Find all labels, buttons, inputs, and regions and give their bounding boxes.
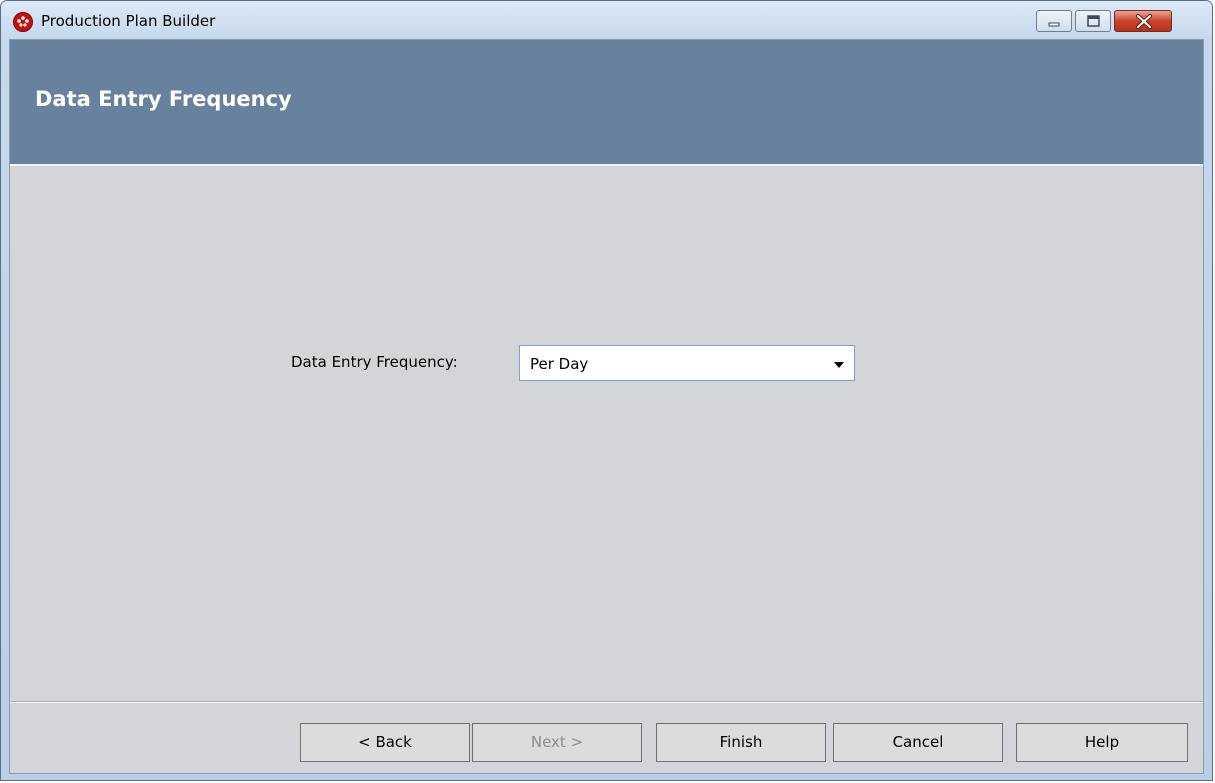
close-icon (1136, 14, 1152, 29)
app-logo-icon (13, 12, 33, 32)
help-button[interactable]: Help (1016, 723, 1188, 762)
minimize-icon (1048, 22, 1060, 27)
back-button[interactable]: < Back (300, 723, 470, 762)
cancel-button[interactable]: Cancel (833, 723, 1003, 762)
chevron-down-icon[interactable] (832, 360, 846, 370)
frequency-dropdown[interactable]: Per Day (519, 345, 855, 381)
next-button[interactable]: Next > (472, 723, 642, 762)
wizard-window: Production Plan Builder Data Entry Frequ… (0, 0, 1213, 781)
title-bar[interactable]: Production Plan Builder (1, 1, 1212, 39)
step-header: Data Entry Frequency (10, 40, 1203, 166)
maximize-button[interactable] (1075, 10, 1111, 32)
window-title: Production Plan Builder (41, 12, 216, 30)
step-title: Data Entry Frequency (35, 87, 292, 111)
frequency-selected-value: Per Day (530, 355, 589, 373)
wizard-client-area: Data Entry Frequency Data Entry Frequenc… (9, 39, 1204, 774)
finish-button[interactable]: Finish (656, 723, 826, 762)
frequency-label: Data Entry Frequency: (291, 353, 458, 371)
close-button[interactable] (1114, 10, 1172, 32)
maximize-icon (1087, 15, 1100, 27)
minimize-button[interactable] (1036, 10, 1072, 32)
footer-divider (10, 701, 1203, 703)
